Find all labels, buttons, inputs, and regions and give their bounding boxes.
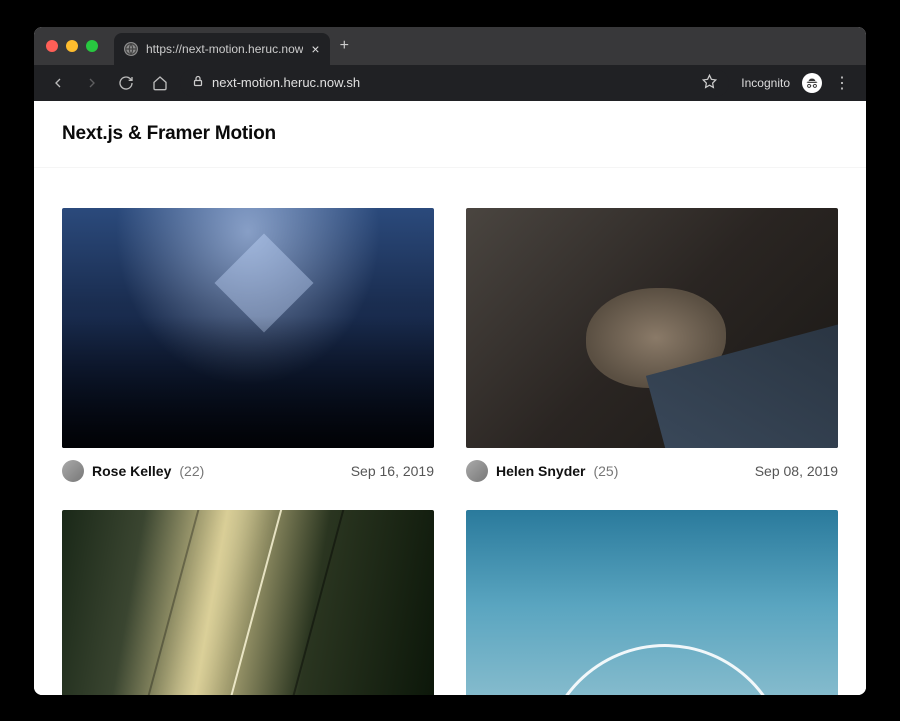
incognito-icon[interactable]: [802, 73, 822, 93]
browser-tab[interactable]: https://next-motion.heruc.now ×: [114, 33, 330, 65]
post-image[interactable]: [466, 510, 838, 695]
url-text: next-motion.heruc.now.sh: [212, 75, 360, 90]
like-count: (22): [179, 463, 204, 479]
page-header: Next.js & Framer Motion: [34, 101, 866, 168]
post-meta: Helen Snyder (25) Sep 08, 2019: [466, 460, 838, 482]
home-button[interactable]: [146, 69, 174, 97]
tab-title: https://next-motion.heruc.now: [146, 42, 303, 56]
reload-button[interactable]: [112, 69, 140, 97]
new-tab-button[interactable]: +: [330, 37, 359, 55]
author-name[interactable]: Rose Kelley: [92, 463, 171, 479]
post-date: Sep 16, 2019: [351, 463, 434, 479]
gallery-grid: Rose Kelley (22) Sep 16, 2019 Helen Snyd…: [34, 168, 866, 695]
minimize-window-button[interactable]: [66, 40, 78, 52]
post-card[interactable]: [466, 510, 838, 695]
post-card[interactable]: [62, 510, 434, 695]
kebab-menu-icon[interactable]: ⋮: [828, 73, 856, 93]
browser-window: https://next-motion.heruc.now × + next-m…: [34, 27, 866, 695]
tab-strip: https://next-motion.heruc.now × +: [114, 27, 854, 65]
post-card[interactable]: Helen Snyder (25) Sep 08, 2019: [466, 208, 838, 482]
toolbar: next-motion.heruc.now.sh Incognito ⋮: [34, 65, 866, 101]
close-tab-icon[interactable]: ×: [311, 41, 319, 57]
post-card[interactable]: Rose Kelley (22) Sep 16, 2019: [62, 208, 434, 482]
post-image[interactable]: [466, 208, 838, 448]
traffic-lights: [46, 40, 98, 52]
incognito-label: Incognito: [741, 76, 790, 90]
avatar[interactable]: [62, 460, 84, 482]
back-button[interactable]: [44, 69, 72, 97]
post-image[interactable]: [62, 208, 434, 448]
post-image[interactable]: [62, 510, 434, 695]
lock-icon: [192, 75, 204, 90]
globe-icon: [124, 42, 138, 56]
like-count: (25): [593, 463, 618, 479]
post-date: Sep 08, 2019: [755, 463, 838, 479]
bookmark-star-icon[interactable]: [702, 74, 717, 92]
avatar[interactable]: [466, 460, 488, 482]
post-meta: Rose Kelley (22) Sep 16, 2019: [62, 460, 434, 482]
forward-button[interactable]: [78, 69, 106, 97]
page-content[interactable]: Next.js & Framer Motion Rose Kelley (22)…: [34, 101, 866, 695]
maximize-window-button[interactable]: [86, 40, 98, 52]
titlebar: https://next-motion.heruc.now × +: [34, 27, 866, 65]
author-name[interactable]: Helen Snyder: [496, 463, 585, 479]
close-window-button[interactable]: [46, 40, 58, 52]
address-bar[interactable]: next-motion.heruc.now.sh: [180, 69, 729, 97]
page-title: Next.js & Framer Motion: [62, 123, 838, 145]
